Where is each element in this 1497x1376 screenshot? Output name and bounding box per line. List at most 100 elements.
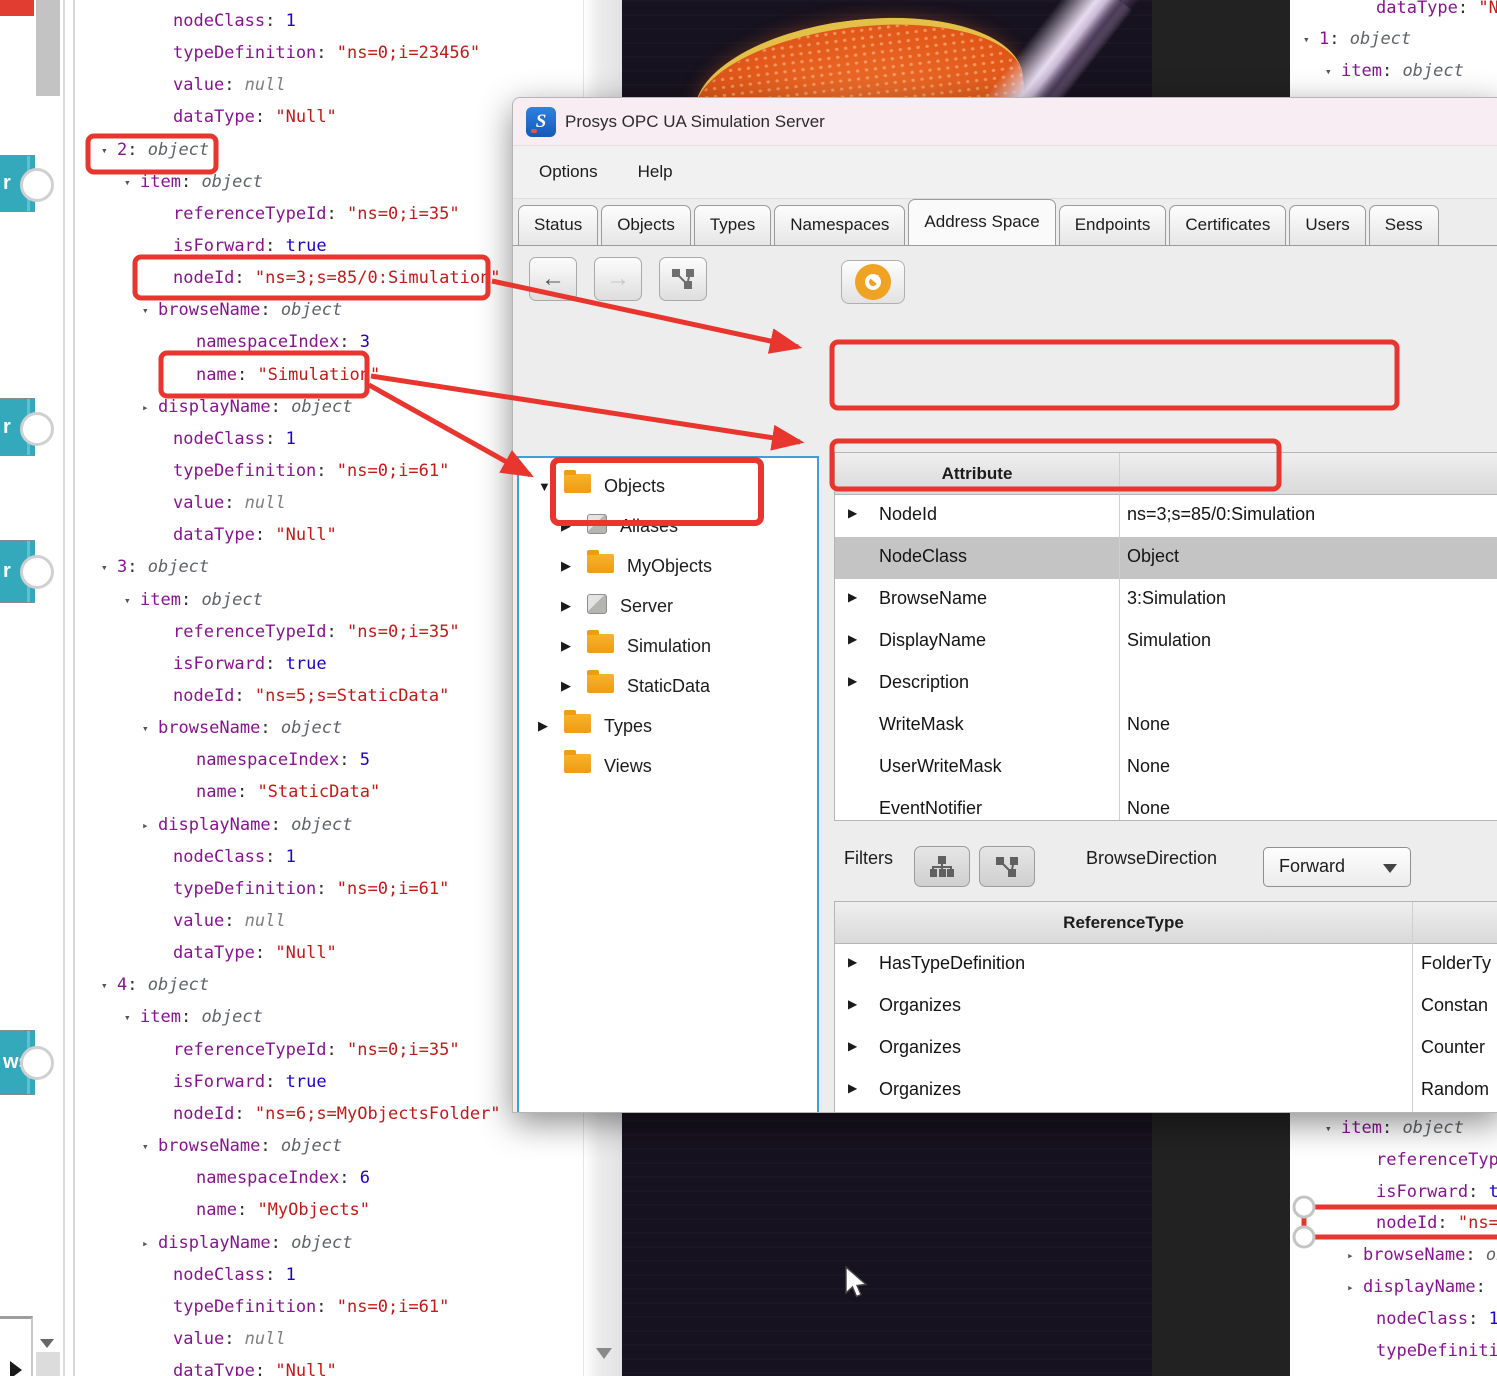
reference-row[interactable]: ▶ HasTypeDefinition FolderTy xyxy=(835,944,1497,986)
graph-view-button[interactable] xyxy=(659,257,707,301)
browse-direction-label: BrowseDirection xyxy=(1086,848,1217,869)
tab[interactable]: Users xyxy=(1289,205,1365,245)
attribute-row[interactable]: WriteMask None xyxy=(835,705,1497,747)
expand-arrow-icon[interactable]: ▾ xyxy=(124,586,140,616)
row-expand-icon[interactable]: ▶ xyxy=(848,1081,857,1095)
expand-arrow-icon[interactable]: ▾ xyxy=(101,971,117,1001)
node-badge xyxy=(20,168,54,202)
tree-expand-icon[interactable]: ▶ xyxy=(561,638,587,654)
tab[interactable]: Namespaces xyxy=(774,205,905,245)
expand-arrow-icon[interactable]: ▾ xyxy=(142,714,158,744)
tab[interactable]: Types xyxy=(694,205,771,245)
attribute-value: None xyxy=(1127,714,1170,735)
attribute-name: EventNotifier xyxy=(879,798,982,819)
menu-item[interactable]: Help xyxy=(624,154,687,190)
tab[interactable]: Endpoints xyxy=(1059,205,1167,245)
tree-item-label: StaticData xyxy=(627,676,710,697)
expand-arrow-icon[interactable]: ▸ xyxy=(1347,1273,1363,1303)
reference-row[interactable]: ▶ Organizes Counter xyxy=(835,1028,1497,1070)
reference-row[interactable]: ▶ Organizes Constan xyxy=(835,986,1497,1028)
tree-item[interactable]: ▶ StaticData xyxy=(521,666,815,706)
tree-node-icon xyxy=(564,714,591,738)
expand-arrow-icon[interactable]: ▸ xyxy=(142,811,158,841)
row-expand-icon[interactable]: ▶ xyxy=(848,997,857,1011)
attribute-row[interactable]: ▶ DisplayName Simulation xyxy=(835,621,1497,663)
tree-expand-icon[interactable]: ▶ xyxy=(538,718,564,734)
tree-expand-icon[interactable]: ▶ xyxy=(561,558,587,574)
reference-row[interactable]: ▶ Organizes Sawtoot xyxy=(835,1112,1497,1113)
attribute-value: None xyxy=(1127,756,1170,777)
tree-expand-icon[interactable]: ▶ xyxy=(561,598,587,614)
expand-arrow-icon[interactable]: ▾ xyxy=(142,1132,158,1162)
row-expand-icon[interactable]: ▶ xyxy=(848,1039,857,1053)
attribute-column-header[interactable]: Attribute xyxy=(835,453,1119,495)
expand-arrow-icon[interactable]: ▾ xyxy=(1325,1114,1341,1144)
panel-divider xyxy=(63,0,65,1376)
expand-arrow-icon[interactable]: ▸ xyxy=(142,393,158,423)
scrollbar-thumb[interactable] xyxy=(36,0,60,96)
tree-item-label: Simulation xyxy=(627,636,711,657)
tree-node-icon xyxy=(587,554,614,578)
reference-target: FolderTy xyxy=(1421,953,1491,974)
tree-item[interactable]: ▶ Aliases xyxy=(521,506,815,546)
attribute-row[interactable]: ▶ BrowseName 3:Simulation xyxy=(835,579,1497,621)
expand-arrow-icon[interactable]: ▸ xyxy=(1347,1241,1363,1271)
reference-column-header[interactable]: ReferenceType xyxy=(835,902,1412,944)
attribute-row[interactable]: ▶ Description xyxy=(835,663,1497,705)
expand-arrow-icon[interactable]: ▸ xyxy=(142,1229,158,1259)
attribute-row[interactable]: ▶ NodeId ns=3;s=85/0:Simulation xyxy=(835,495,1497,537)
tree-item-label: Types xyxy=(604,716,652,737)
tab[interactable]: Sess xyxy=(1369,205,1439,245)
play-arrow-icon[interactable] xyxy=(10,1361,22,1376)
reference-table-header[interactable]: ReferenceType xyxy=(835,902,1497,944)
attribute-value: None xyxy=(1127,798,1170,819)
tree-item[interactable]: ▶ Server xyxy=(521,586,815,626)
row-expand-icon[interactable]: ▶ xyxy=(848,506,857,520)
attribute-name: NodeId xyxy=(879,504,937,525)
tree-item[interactable]: ▶ MyObjects xyxy=(521,546,815,586)
row-expand-icon[interactable]: ▶ xyxy=(848,590,857,604)
scroll-down-icon[interactable] xyxy=(596,1348,612,1359)
attribute-table-header[interactable]: Attribute xyxy=(835,453,1497,495)
tab[interactable]: Objects xyxy=(601,205,691,245)
attribute-row[interactable]: UserWriteMask None xyxy=(835,747,1497,789)
expand-arrow-icon[interactable]: ▾ xyxy=(1325,57,1341,87)
chevron-down-icon[interactable] xyxy=(40,1339,54,1348)
tree-item[interactable]: ▼ Objects xyxy=(521,466,815,506)
menu-item[interactable]: Options xyxy=(525,154,612,190)
back-button[interactable]: ← xyxy=(529,257,577,301)
browse-direction-dropdown[interactable]: Forward xyxy=(1263,847,1411,887)
reference-row[interactable]: ▶ Organizes Random xyxy=(835,1070,1497,1112)
tree-expand-icon[interactable]: ▼ xyxy=(538,479,564,494)
expand-arrow-icon[interactable]: ▾ xyxy=(124,1003,140,1033)
refresh-icon xyxy=(855,264,891,300)
row-expand-icon[interactable]: ▶ xyxy=(848,674,857,688)
graph-filter-button[interactable] xyxy=(979,846,1035,887)
scrollbar-track-end[interactable] xyxy=(36,1352,60,1376)
tab[interactable]: Certificates xyxy=(1169,205,1286,245)
hierarchy-filter-button[interactable] xyxy=(914,846,970,887)
tree-expand-icon[interactable]: ▶ xyxy=(561,518,587,534)
expand-arrow-icon[interactable]: ▾ xyxy=(101,136,117,166)
expand-arrow-icon[interactable]: ▾ xyxy=(1303,25,1319,55)
expand-arrow-icon[interactable]: ▾ xyxy=(124,168,140,198)
tab[interactable]: Address Space xyxy=(908,199,1055,245)
expand-arrow-icon[interactable]: ▾ xyxy=(101,553,117,583)
column-divider[interactable] xyxy=(1119,453,1120,820)
column-divider[interactable] xyxy=(1412,902,1413,1113)
row-expand-icon[interactable]: ▶ xyxy=(848,632,857,646)
attribute-row[interactable]: EventNotifier None xyxy=(835,789,1497,821)
graph-icon xyxy=(994,855,1020,879)
tab[interactable]: Status xyxy=(518,205,598,245)
tree-item[interactable]: ▶ Simulation xyxy=(521,626,815,666)
attribute-row[interactable]: NodeClass Object xyxy=(835,537,1497,579)
tree-item[interactable]: Views xyxy=(521,746,815,786)
reference-type: HasTypeDefinition xyxy=(879,953,1025,974)
forward-button[interactable]: → xyxy=(594,257,642,301)
titlebar[interactable]: S Prosys OPC UA Simulation Server xyxy=(513,98,1497,146)
tree-expand-icon[interactable]: ▶ xyxy=(561,678,587,694)
refresh-button[interactable] xyxy=(841,260,905,304)
tree-item[interactable]: ▶ Types xyxy=(521,706,815,746)
row-expand-icon[interactable]: ▶ xyxy=(848,955,857,969)
expand-arrow-icon[interactable]: ▾ xyxy=(142,296,158,326)
